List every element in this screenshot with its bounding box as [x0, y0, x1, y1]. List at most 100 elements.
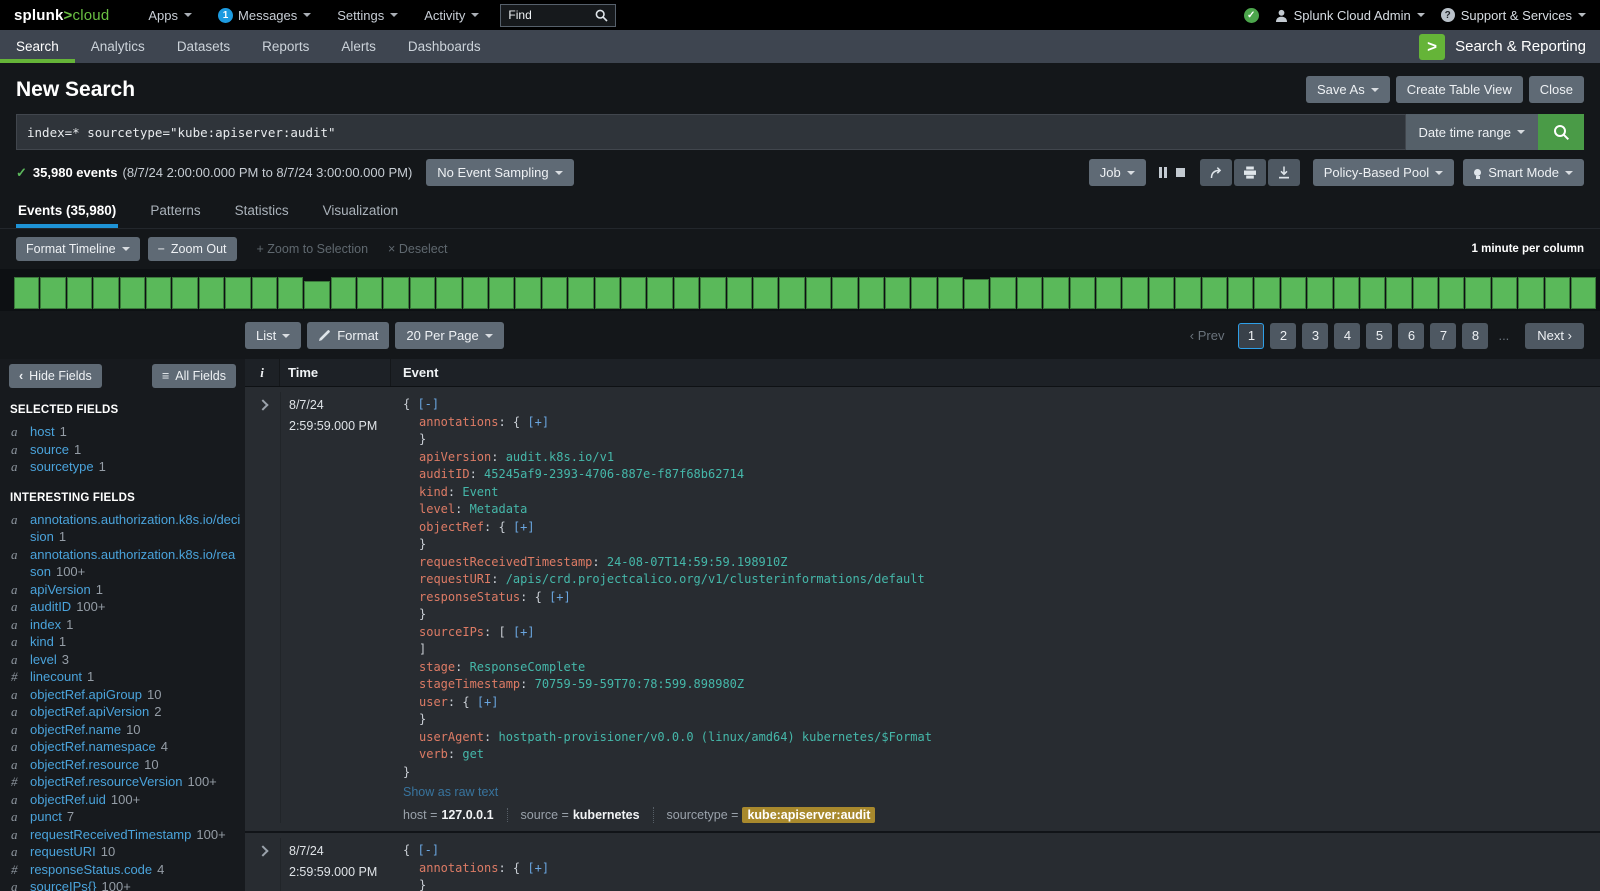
field-name[interactable]: linecount	[30, 669, 82, 684]
field-item[interactable]: aindex1	[0, 616, 245, 634]
json-toggle[interactable]: [+]	[549, 590, 571, 604]
format-timeline-button[interactable]: Format Timeline	[16, 237, 140, 261]
timeline-bar[interactable]	[700, 277, 725, 309]
timeline-bar[interactable]	[304, 281, 329, 309]
timeline-bar[interactable]	[964, 279, 989, 309]
timeline-bar[interactable]	[146, 277, 171, 309]
field-name[interactable]: objectRef.name	[30, 722, 121, 737]
timeline-bar[interactable]	[410, 277, 435, 309]
share-button[interactable]	[1200, 159, 1232, 186]
field-item[interactable]: #linecount1	[0, 668, 245, 686]
all-fields-button[interactable]: ≡All Fields	[152, 364, 236, 388]
field-item[interactable]: arequestURI10	[0, 843, 245, 861]
field-item[interactable]: aobjectRef.apiVersion2	[0, 703, 245, 721]
zoom-to-selection-button[interactable]: + Zoom to Selection	[257, 242, 369, 256]
timeline-bar[interactable]	[515, 277, 540, 309]
timeline-bar[interactable]	[1492, 277, 1517, 309]
meta-source[interactable]: source = kubernetes	[507, 808, 640, 822]
field-name[interactable]: requestReceivedTimestamp	[30, 827, 191, 842]
timeline-bar[interactable]	[1571, 277, 1596, 309]
page-button-8[interactable]: 8	[1462, 323, 1488, 349]
appnav-item-analytics[interactable]: Analytics	[75, 30, 161, 63]
timeline-bar[interactable]	[436, 277, 461, 309]
field-name[interactable]: objectRef.resource	[30, 757, 139, 772]
field-item[interactable]: aannotations.authorization.k8s.io/reason…	[0, 546, 245, 581]
timeline-bar[interactable]	[1386, 277, 1411, 309]
page-button-7[interactable]: 7	[1430, 323, 1456, 349]
field-name[interactable]: level	[30, 652, 57, 667]
timeline-bar[interactable]	[1043, 277, 1068, 309]
timeline-bar[interactable]	[753, 277, 778, 309]
page-button-6[interactable]: 6	[1398, 323, 1424, 349]
timeline-bar[interactable]	[727, 277, 752, 309]
json-toggle[interactable]: [+]	[513, 625, 535, 639]
timeline-bar[interactable]	[1149, 277, 1174, 309]
field-name[interactable]: host	[30, 424, 55, 439]
timeline-bar[interactable]	[252, 277, 277, 309]
field-item[interactable]: aannotations.authorization.k8s.io/decisi…	[0, 511, 245, 546]
field-name[interactable]: source	[30, 442, 69, 457]
field-item[interactable]: aapiVersion1	[0, 581, 245, 599]
timeline-bar[interactable]	[859, 277, 884, 309]
timeline-bar[interactable]	[542, 277, 567, 309]
close-button[interactable]: Close	[1529, 76, 1584, 103]
export-button[interactable]	[1268, 159, 1300, 186]
print-button[interactable]	[1234, 159, 1266, 186]
field-name[interactable]: punct	[30, 809, 62, 824]
appnav-item-search[interactable]: Search	[0, 30, 75, 63]
field-item[interactable]: asourceIPs{}100+	[0, 878, 245, 891]
json-toggle[interactable]: [+]	[513, 520, 535, 534]
field-name[interactable]: sourcetype	[30, 459, 94, 474]
field-item[interactable]: aobjectRef.resource10	[0, 756, 245, 774]
timeline-bar[interactable]	[1202, 277, 1227, 309]
tab-0[interactable]: Events (35,980)	[16, 194, 118, 228]
pause-button[interactable]	[1159, 167, 1167, 178]
timeline-bar[interactable]	[832, 277, 857, 309]
page-button-3[interactable]: 3	[1302, 323, 1328, 349]
next-page-button[interactable]: Next ›	[1525, 323, 1584, 349]
timeline-bar[interactable]	[779, 277, 804, 309]
timeline-bar[interactable]	[885, 277, 910, 309]
timeline-bar[interactable]	[1439, 277, 1464, 309]
format-button[interactable]: Format	[307, 322, 389, 349]
zoom-out-button[interactable]: −Zoom Out	[148, 237, 237, 261]
search-submit-button[interactable]	[1538, 114, 1584, 150]
timeline-bar[interactable]	[1413, 277, 1438, 309]
field-item[interactable]: #responseStatus.code4	[0, 861, 245, 879]
show-raw-text-link[interactable]: Show as raw text	[403, 785, 498, 799]
tab-1[interactable]: Patterns	[148, 194, 202, 228]
field-name[interactable]: sourceIPs{}	[30, 879, 97, 891]
appnav-item-datasets[interactable]: Datasets	[161, 30, 246, 63]
field-name[interactable]: objectRef.namespace	[30, 739, 156, 754]
timeline-bar[interactable]	[911, 277, 936, 309]
field-item[interactable]: arequestReceivedTimestamp100+	[0, 826, 245, 844]
timeline-bar[interactable]	[14, 277, 39, 309]
timeline-bar[interactable]	[621, 277, 646, 309]
tab-3[interactable]: Visualization	[321, 194, 401, 228]
user-menu[interactable]: Splunk Cloud Admin	[1275, 8, 1425, 23]
timeline-bar[interactable]	[489, 277, 514, 309]
json-toggle[interactable]: [+]	[527, 861, 549, 875]
timeline-bar[interactable]	[1360, 277, 1385, 309]
timeline-bar[interactable]	[1017, 277, 1042, 309]
timeline-bar[interactable]	[1545, 277, 1570, 309]
timeline-bar[interactable]	[67, 277, 92, 309]
field-item[interactable]: aobjectRef.name10	[0, 721, 245, 739]
timeline-bar[interactable]	[806, 277, 831, 309]
timeline-bar[interactable]	[172, 277, 197, 309]
appnav-item-reports[interactable]: Reports	[246, 30, 325, 63]
field-item[interactable]: akind1	[0, 633, 245, 651]
menu-apps[interactable]: Apps	[135, 0, 205, 30]
job-menu-button[interactable]: Job	[1089, 159, 1146, 186]
field-item[interactable]: asourcetype1	[0, 458, 245, 476]
meta-sourcetype[interactable]: sourcetype = kube:apiserver:audit	[653, 807, 876, 823]
timeline-bar[interactable]	[1096, 277, 1121, 309]
find-input[interactable]: Find	[500, 4, 616, 27]
timeline-bar[interactable]	[1518, 277, 1543, 309]
list-view-button[interactable]: List	[245, 322, 301, 349]
timeline-bar[interactable]	[40, 277, 65, 309]
per-page-button[interactable]: 20 Per Page	[395, 322, 503, 349]
deselect-button[interactable]: × Deselect	[388, 242, 447, 256]
health-check-icon[interactable]: ✓	[1244, 8, 1259, 23]
page-button-5[interactable]: 5	[1366, 323, 1392, 349]
